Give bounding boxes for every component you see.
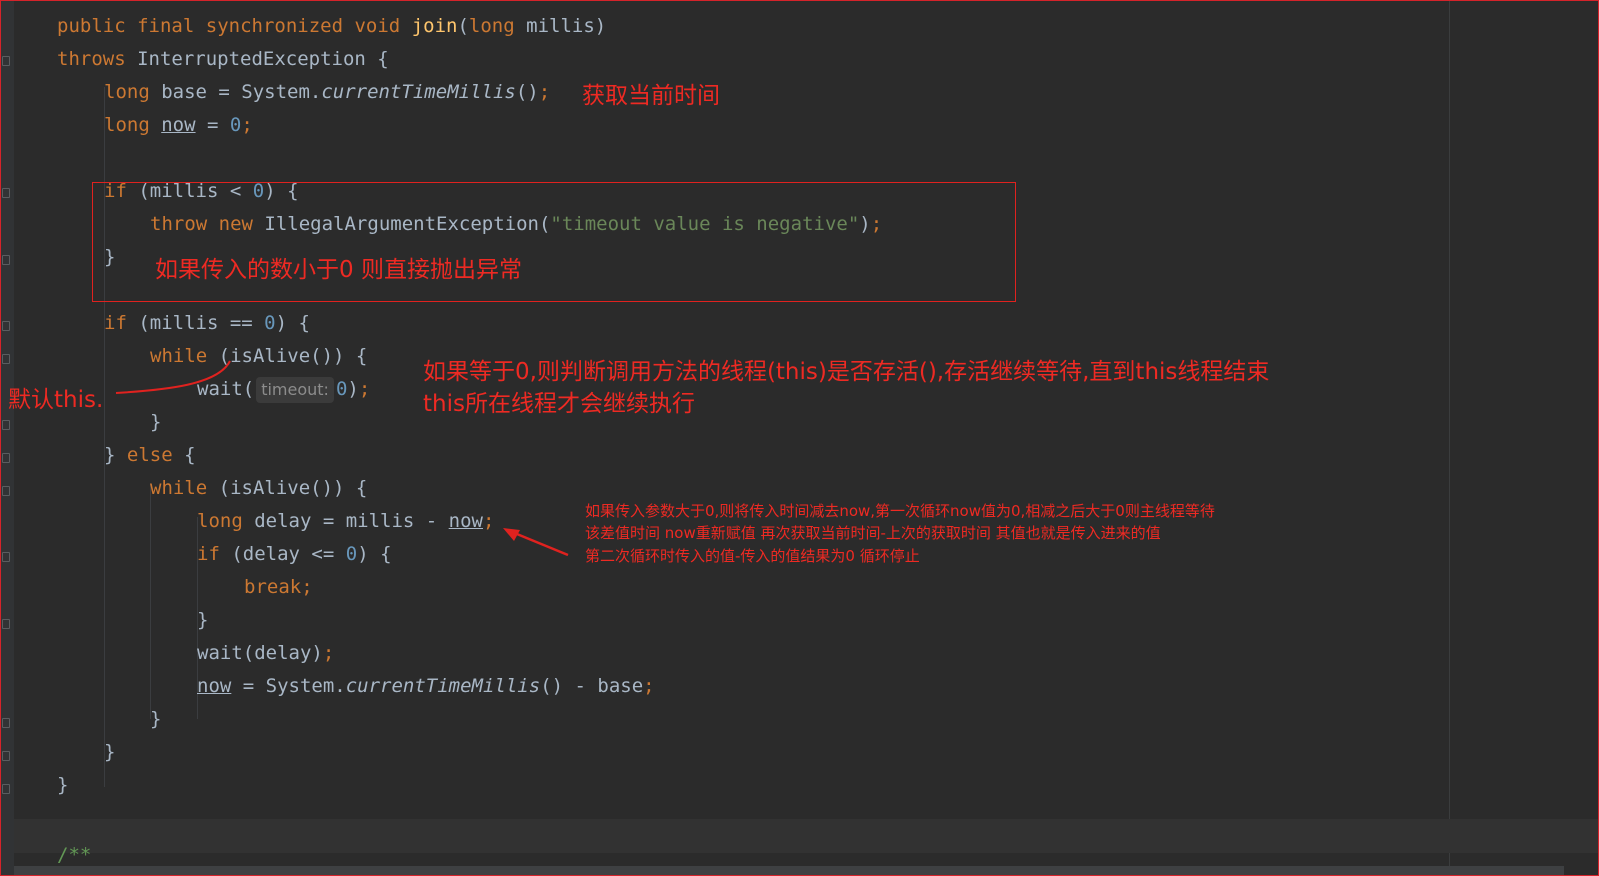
default-this-connector [115, 360, 231, 394]
now-pointer-arrow [511, 530, 569, 557]
horizontal-scrollbar[interactable] [14, 866, 1564, 876]
annotation-arrows [115, 360, 569, 557]
arrowhead-icon [503, 528, 520, 541]
